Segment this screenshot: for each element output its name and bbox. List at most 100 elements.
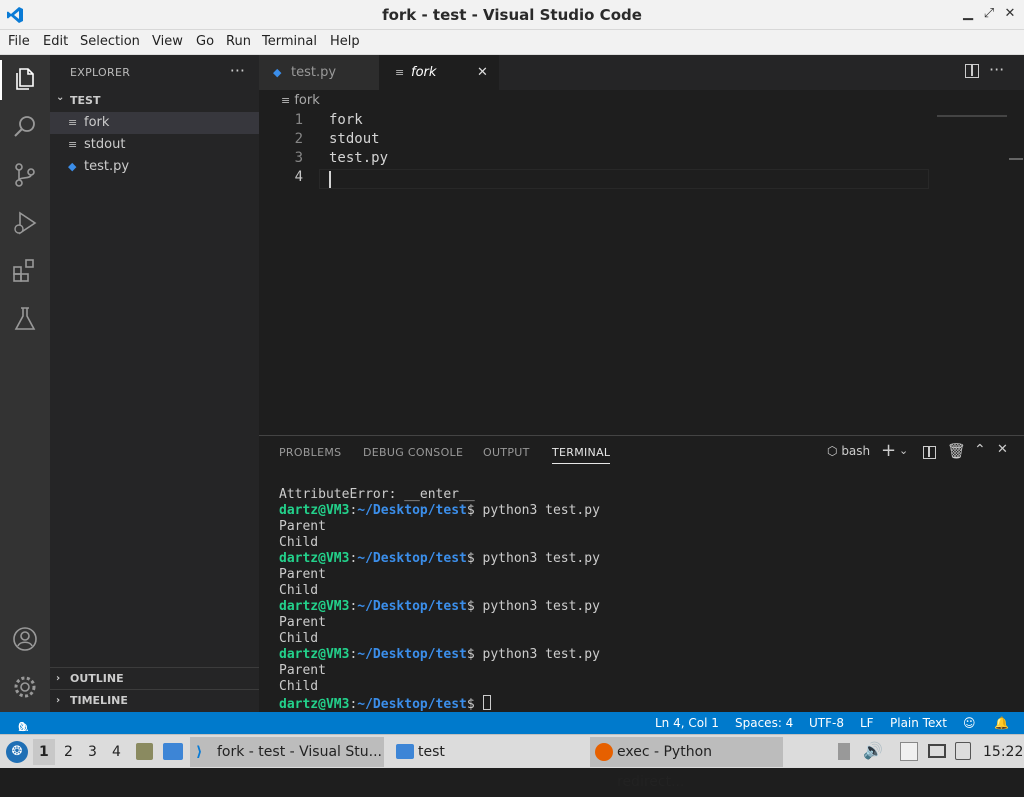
scrollbar-marker[interactable] [1009,158,1023,160]
start-menu-icon[interactable]: ❂ [6,741,28,763]
settings-gear-icon[interactable] [11,673,39,701]
chevron-right-icon: › [56,695,61,706]
indentation[interactable]: Spaces: 4 [735,716,793,730]
folder-label: TEST [70,94,101,107]
notes-icon[interactable] [955,742,971,760]
menu-go[interactable]: Go [196,34,214,49]
file-manager-icon[interactable] [136,743,153,760]
shell-icon: ⬡ [827,444,838,458]
file-stdout[interactable]: ≡ stdout [50,134,259,156]
editor-tabs: ◆ test.py ≡ fork ✕ ··· [259,55,1024,90]
terminal-prompt-line: dartz@VM3:~/Desktop/test$ python3 test.p… [279,647,600,662]
timeline-label: TIMELINE [70,694,128,707]
notifications-bell-icon[interactable]: 🔔 [994,716,1009,730]
menu-view[interactable]: View [152,34,183,49]
current-line-highlight [319,169,929,189]
chevron-down-icon[interactable]: ⌄ [899,444,908,457]
close-window-button[interactable]: ✕ [1002,6,1018,22]
tab-terminal[interactable]: TERMINAL [552,446,611,464]
close-panel-icon[interactable]: ✕ [997,442,1008,457]
accounts-icon[interactable] [11,625,39,653]
lines-icon: ≡ [395,66,405,79]
testing-flask-icon[interactable] [11,305,39,333]
python-icon: ◆ [68,160,77,173]
scroll-tray-icon[interactable] [838,743,850,760]
menu-run[interactable]: Run [226,34,251,49]
search-icon[interactable] [11,113,39,141]
task-firefox[interactable]: exec - Python redirect... [590,737,783,790]
terminal-prompt-line: dartz@VM3:~/Desktop/test$ python3 test.p… [279,599,600,614]
window-title: fork - test - Visual Studio Code [382,6,642,24]
file-fork[interactable]: ≡ fork [50,112,259,134]
menu-help[interactable]: Help [330,34,360,49]
workspace-4[interactable]: 4 [112,744,121,760]
tab-test-py[interactable]: ◆ test.py [259,55,379,90]
network-icon[interactable] [928,744,946,758]
tab-fork[interactable]: ≡ fork ✕ [379,55,499,90]
tab-label: test.py [291,65,337,80]
more-actions-icon[interactable]: ··· [230,61,245,80]
maximize-panel-icon[interactable]: ⌃ [974,442,986,458]
line-number: 2 [294,131,303,147]
split-terminal-icon[interactable] [923,446,936,459]
encoding[interactable]: UTF-8 [809,716,844,730]
file-label: fork [84,115,110,130]
tab-problems[interactable]: PROBLEMS [279,446,341,459]
restore-button[interactable]: ⤢ [981,6,997,22]
folder-icon [396,744,414,759]
terminal-output[interactable]: AttributeError: __enter__ dartz@VM3:~/Des… [279,487,600,713]
feedback-icon[interactable]: ☺ [963,716,976,730]
timeline-section[interactable]: › TIMELINE [50,689,259,711]
clipboard-icon[interactable] [900,742,918,761]
outline-section[interactable]: › OUTLINE [50,667,259,689]
minimap[interactable] [937,115,1007,117]
clock: 15:22 [983,744,1024,760]
lines-icon: ≡ [68,116,78,129]
terminal-shell-selector[interactable]: ⬡ bash [827,444,870,458]
source-control-icon[interactable] [11,161,39,189]
task-label: exec - Python redirect... [617,744,713,790]
close-tab-icon[interactable]: ✕ [477,55,488,90]
tab-label: fork [411,65,437,80]
explorer-icon[interactable] [11,65,39,93]
explorer-header: EXPLORER [70,66,131,79]
terminal-line: Child [279,631,319,646]
language-mode[interactable]: Plain Text [890,716,947,730]
task-vscode[interactable]: ⟩ fork - test - Visual Stu... [190,737,384,767]
menu-file[interactable]: File [8,34,30,49]
workspace-1[interactable]: 1 [39,744,49,760]
run-debug-icon[interactable] [11,209,39,237]
more-actions-icon[interactable]: ··· [989,60,1004,79]
menu-terminal[interactable]: Terminal [262,34,317,49]
extensions-icon[interactable] [11,257,39,285]
lines-icon: ≡ [68,138,78,151]
workspace-3[interactable]: 3 [88,744,97,760]
trash-icon[interactable]: 🗑 [947,442,966,460]
code-line: fork [329,112,363,128]
shell-label: bash [841,444,871,458]
python-icon: ◆ [273,66,282,79]
menu-edit[interactable]: Edit [43,34,68,49]
show-desktop-icon[interactable] [163,743,183,760]
menu-bar: File Edit Selection View Go Run Terminal… [0,30,1024,55]
tab-output[interactable]: OUTPUT [483,446,530,459]
terminal-line: Parent [279,567,326,582]
terminal-cursor [482,695,491,710]
file-test-py[interactable]: ◆ test.py [50,156,259,178]
workspace-2[interactable]: 2 [64,744,73,760]
volume-icon[interactable]: 🔊 [863,741,883,760]
minimize-button[interactable]: ▁ [960,6,976,22]
add-terminal-icon[interactable]: + [881,440,896,461]
breadcrumb[interactable]: ≡ fork [281,93,320,108]
split-editor-icon[interactable] [965,64,979,78]
menu-selection[interactable]: Selection [80,34,140,49]
code-line: stdout [329,131,380,147]
terminal-prompt-line: dartz@VM3:~/Desktop/test$ [279,695,600,713]
cursor-position[interactable]: Ln 4, Col 1 [655,716,719,730]
tab-debug-console[interactable]: DEBUG CONSOLE [363,446,463,459]
line-number: 1 [294,112,303,128]
code-line: test.py [329,150,389,166]
task-folder-test[interactable]: test [390,737,510,767]
folder-test[interactable]: ⌄ TEST [50,90,259,110]
end-of-line[interactable]: LF [860,716,874,730]
